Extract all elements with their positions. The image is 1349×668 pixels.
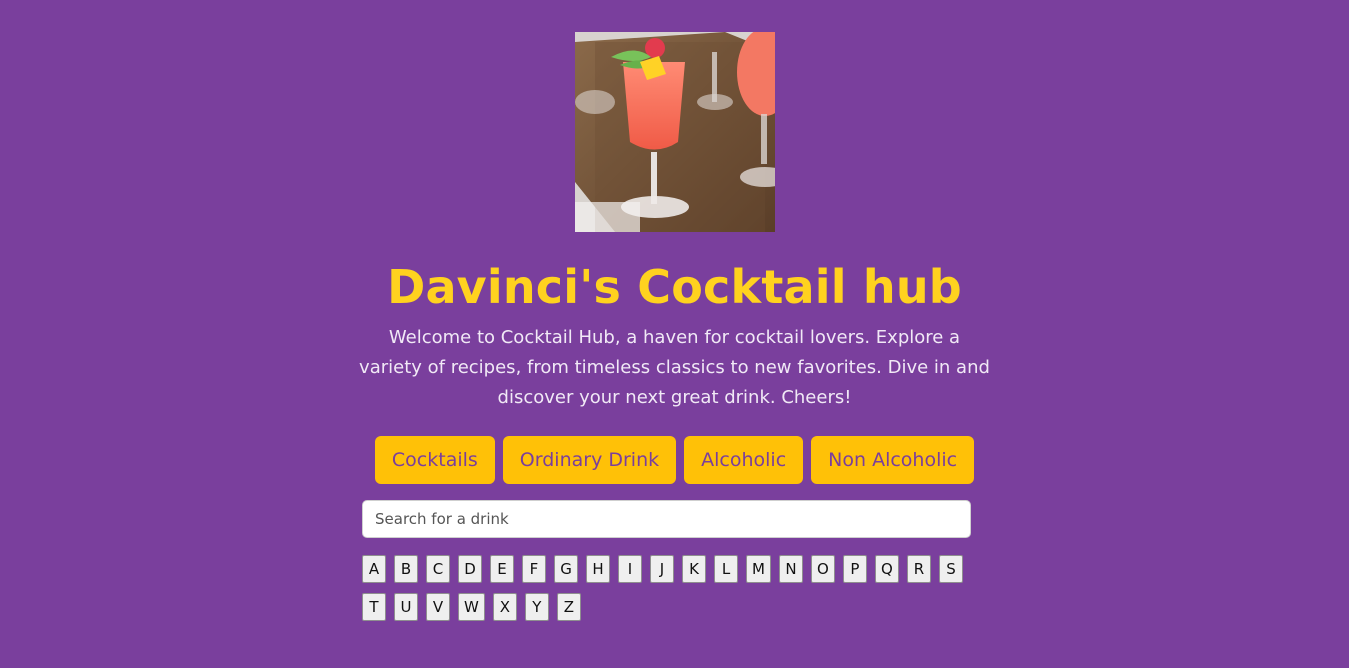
letter-button-r[interactable]: R	[906, 555, 931, 583]
letter-button-k[interactable]: K	[682, 555, 706, 583]
page-title: Davinci's Cocktail hub	[387, 260, 962, 314]
non-alcoholic-button[interactable]: Non Alcoholic	[811, 436, 975, 484]
page: Davinci's Cocktail hub Welcome to Cockta…	[0, 0, 1349, 668]
letter-button-c[interactable]: C	[426, 555, 450, 583]
letter-button-p[interactable]: P	[842, 555, 867, 583]
alcoholic-button[interactable]: Alcoholic	[684, 436, 804, 484]
letter-button-j[interactable]: J	[650, 555, 674, 583]
letter-button-s[interactable]: S	[938, 555, 963, 583]
letter-button-t[interactable]: T	[362, 593, 386, 621]
letter-button-m[interactable]: M	[746, 555, 771, 583]
letter-button-e[interactable]: E	[490, 555, 514, 583]
letter-button-z[interactable]: Z	[556, 593, 581, 621]
category-filters: Cocktails Ordinary Drink Alcoholic Non A…	[0, 436, 1349, 484]
letter-button-x[interactable]: X	[492, 593, 517, 621]
ordinary-drink-button[interactable]: Ordinary Drink	[502, 436, 677, 484]
letter-button-f[interactable]: F	[522, 555, 546, 583]
letter-button-u[interactable]: U	[394, 593, 418, 621]
letter-button-v[interactable]: V	[426, 593, 450, 621]
letter-button-n[interactable]: N	[778, 555, 803, 583]
alphabet-filter: A B C D E F G H I J K L M N O P Q R S T …	[362, 555, 982, 621]
welcome-description: Welcome to Cocktail Hub, a haven for coc…	[359, 327, 990, 408]
letter-button-q[interactable]: Q	[874, 555, 899, 583]
letter-button-g[interactable]: G	[554, 555, 578, 583]
letter-button-y[interactable]: Y	[524, 593, 549, 621]
letter-button-w[interactable]: W	[458, 593, 485, 621]
letter-button-h[interactable]: H	[586, 555, 610, 583]
cocktail-photo	[575, 32, 775, 232]
letter-button-a[interactable]: A	[362, 555, 386, 583]
letter-button-d[interactable]: D	[458, 555, 482, 583]
letter-button-o[interactable]: O	[810, 555, 835, 583]
letter-button-i[interactable]: I	[618, 555, 642, 583]
cocktail-image	[575, 32, 775, 232]
drink-search-input[interactable]	[362, 500, 971, 538]
letter-button-l[interactable]: L	[714, 555, 738, 583]
letter-button-b[interactable]: B	[394, 555, 418, 583]
cocktails-button[interactable]: Cocktails	[374, 436, 495, 484]
